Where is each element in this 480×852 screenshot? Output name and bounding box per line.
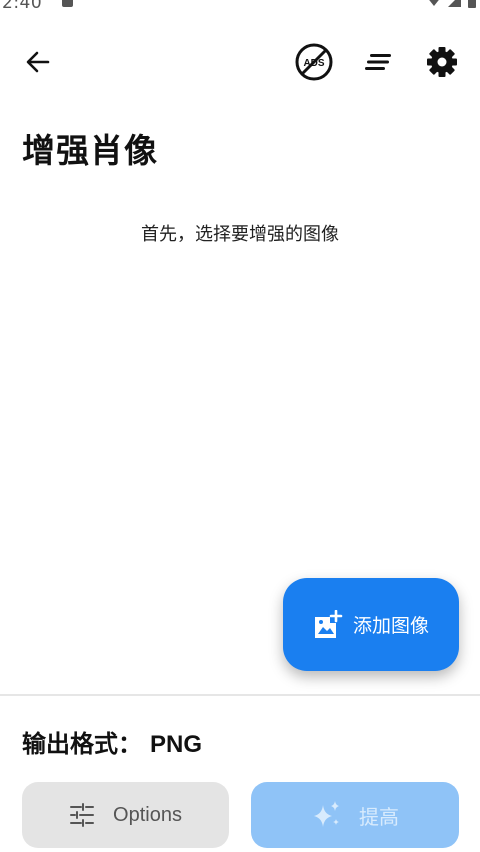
empty-hint: 首先，选择要增强的图像 <box>141 224 339 245</box>
app-bar: ADS <box>0 36 480 88</box>
add-image-button[interactable]: 添加图像 <box>283 578 459 671</box>
add-photo-icon <box>314 609 343 638</box>
divider <box>0 694 480 696</box>
notification-icon <box>62 0 73 7</box>
sort-button[interactable] <box>356 40 400 84</box>
ads-text: ADS <box>303 58 324 69</box>
enhance-label: 提高 <box>359 804 399 829</box>
gear-icon <box>427 47 457 77</box>
back-button[interactable] <box>16 40 60 84</box>
enhance-button[interactable]: 提高 <box>251 782 459 848</box>
status-time: 2:40 <box>2 0 43 13</box>
remove-ads-icon: ADS <box>295 43 333 81</box>
battery-icon <box>468 0 476 8</box>
options-label: Options <box>113 803 182 826</box>
arrow-back-icon <box>26 51 50 73</box>
status-icons <box>426 0 476 8</box>
output-format-label: 输出格式： <box>22 730 142 758</box>
sparkle-icon <box>314 801 339 827</box>
options-button[interactable]: Options <box>22 782 229 848</box>
output-format-row: 输出格式： PNG <box>22 724 202 759</box>
output-format-value: PNG <box>150 731 203 758</box>
status-bar: 2:40 <box>0 0 480 14</box>
sort-icon <box>365 54 391 70</box>
wifi-icon <box>429 0 439 6</box>
add-image-label: 添加图像 <box>352 615 429 637</box>
tune-icon <box>70 803 95 827</box>
remove-ads-button[interactable]: ADS <box>292 40 336 84</box>
signal-icon <box>448 0 461 7</box>
page-title: 增强肖像 <box>22 131 158 170</box>
settings-button[interactable] <box>420 40 464 84</box>
